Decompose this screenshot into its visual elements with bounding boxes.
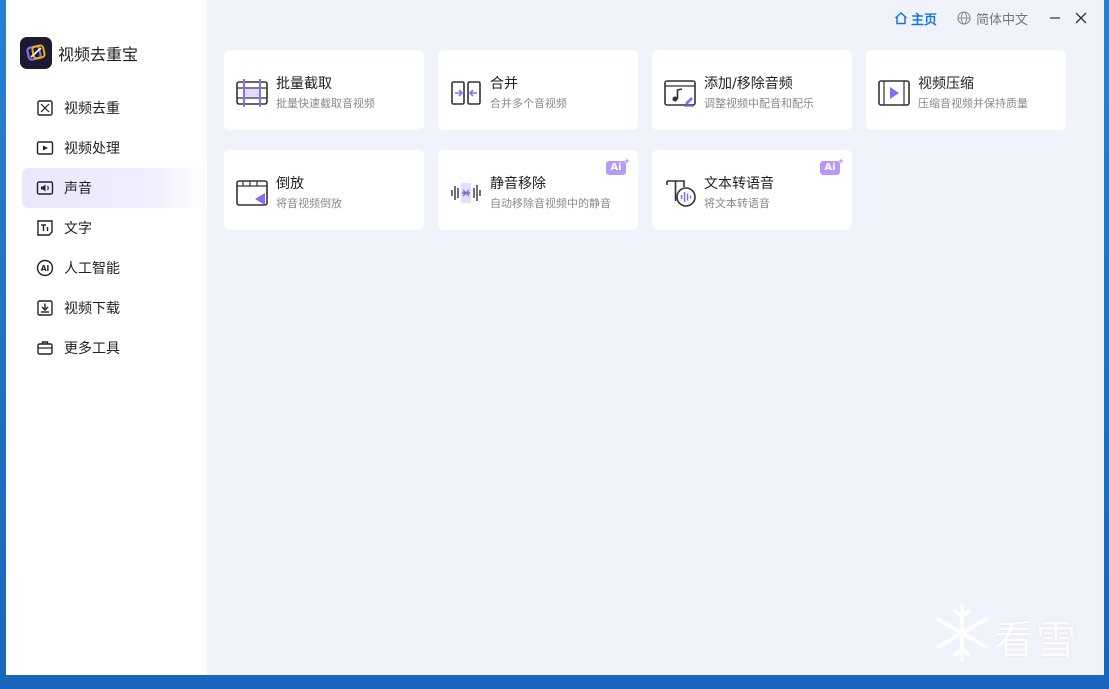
video-dedupe-icon [36, 99, 54, 117]
sidebar-item-video-process[interactable]: 视频处理 [22, 128, 207, 168]
sidebar-item-label: 声音 [64, 181, 92, 197]
tool-subtitle: 将音视频倒放 [276, 197, 342, 210]
sidebar-item-label: 视频下载 [64, 301, 120, 317]
sound-icon [36, 179, 54, 197]
ai-icon: AI [36, 259, 54, 277]
sidebar-item-label: 视频去重 [64, 101, 120, 117]
tool-title: 文本转语音 [704, 176, 774, 192]
sidebar-item-label: 更多工具 [64, 341, 120, 357]
sidebar-item-label: 视频处理 [64, 141, 120, 157]
top-bar: 主页 简体中文 [894, 0, 1104, 36]
tool-subtitle: 调整视频中配音和配乐 [704, 97, 814, 110]
ai-badge-label: Ai [824, 162, 836, 173]
sidebar-item-more-tools[interactable]: 更多工具 [22, 328, 207, 368]
tool-card-add-remove-audio[interactable]: 添加/移除音频 调整视频中配音和配乐 [652, 50, 852, 130]
snowflake-icon [936, 604, 988, 662]
tool-title: 视频压缩 [918, 76, 974, 92]
tool-card-reverse[interactable]: 倒放 将音视频倒放 [224, 150, 424, 230]
ai-badge: Ai [820, 158, 844, 175]
sidebar-item-label: 文字 [64, 221, 92, 237]
tool-title: 倒放 [276, 176, 304, 192]
app-window: 视频去重宝 视频去重 视频处理 声音 文字 AI 人工智能 视频下载 更多工具 … [6, 0, 1104, 675]
globe-icon [957, 11, 971, 25]
tool-title: 静音移除 [490, 176, 546, 192]
app-name: 视频去重宝 [58, 45, 139, 64]
tool-card-batch-trim[interactable]: 批量截取 批量快速截取音视频 [224, 50, 424, 130]
app-logo-icon [20, 37, 52, 69]
add-remove-audio-icon [664, 77, 696, 109]
home-label: 主页 [910, 12, 937, 28]
compress-icon [878, 77, 910, 109]
sidebar-nav: 视频去重 视频处理 声音 文字 AI 人工智能 视频下载 更多工具 [22, 88, 207, 368]
ai-badge: Ai [606, 158, 630, 175]
tool-card-text-to-speech[interactable]: 文本转语音 将文本转语音 Ai [652, 150, 852, 230]
sidebar-item-text[interactable]: 文字 [22, 208, 207, 248]
text-icon [36, 219, 54, 237]
home-icon [894, 11, 908, 25]
video-play-icon [36, 139, 54, 157]
sidebar-item-sound[interactable]: 声音 [22, 168, 207, 208]
sidebar-item-download[interactable]: 视频下载 [22, 288, 207, 328]
minimize-icon [1050, 17, 1060, 19]
home-link[interactable]: 主页 [894, 9, 937, 28]
sidebar: 视频去重宝 视频去重 视频处理 声音 文字 AI 人工智能 视频下载 更多工具 [6, 0, 207, 675]
download-icon [36, 299, 54, 317]
tool-title: 合并 [490, 76, 518, 92]
minimize-button[interactable] [1042, 5, 1068, 31]
language-selector[interactable]: 简体中文 [957, 9, 1028, 28]
merge-icon [450, 77, 482, 109]
language-label: 简体中文 [975, 12, 1028, 28]
sidebar-item-video-dedupe[interactable]: 视频去重 [22, 88, 207, 128]
close-icon [1075, 12, 1087, 24]
tool-subtitle: 自动移除音视频中的静音 [490, 197, 611, 210]
text-to-speech-icon [664, 177, 696, 209]
tool-title: 批量截取 [276, 76, 332, 92]
batch-trim-icon [236, 77, 268, 109]
reverse-icon [236, 177, 268, 209]
toolbox-icon [36, 339, 54, 357]
svg-text:AI: AI [41, 264, 50, 273]
tool-subtitle: 合并多个音视频 [490, 97, 567, 110]
tool-subtitle: 批量快速截取音视频 [276, 97, 375, 110]
tool-subtitle: 将文本转语音 [704, 197, 770, 210]
sidebar-item-ai[interactable]: AI 人工智能 [22, 248, 207, 288]
tool-subtitle: 压缩音视频并保持质量 [918, 97, 1028, 110]
close-button[interactable] [1068, 5, 1094, 31]
ai-badge-label: Ai [610, 162, 622, 173]
tool-card-compress[interactable]: 视频压缩 压缩音视频并保持质量 [866, 50, 1066, 130]
tool-card-merge[interactable]: 合并 合并多个音视频 [438, 50, 638, 130]
brand: 视频去重宝 [20, 37, 138, 69]
tool-card-silence-remove[interactable]: 静音移除 自动移除音视频中的静音 Ai [438, 150, 638, 230]
silence-remove-icon [450, 177, 482, 209]
watermark-text: 看雪 [994, 618, 1078, 664]
watermark: 看雪 [932, 602, 1094, 664]
tool-title: 添加/移除音频 [704, 76, 793, 92]
sidebar-item-label: 人工智能 [64, 261, 120, 277]
